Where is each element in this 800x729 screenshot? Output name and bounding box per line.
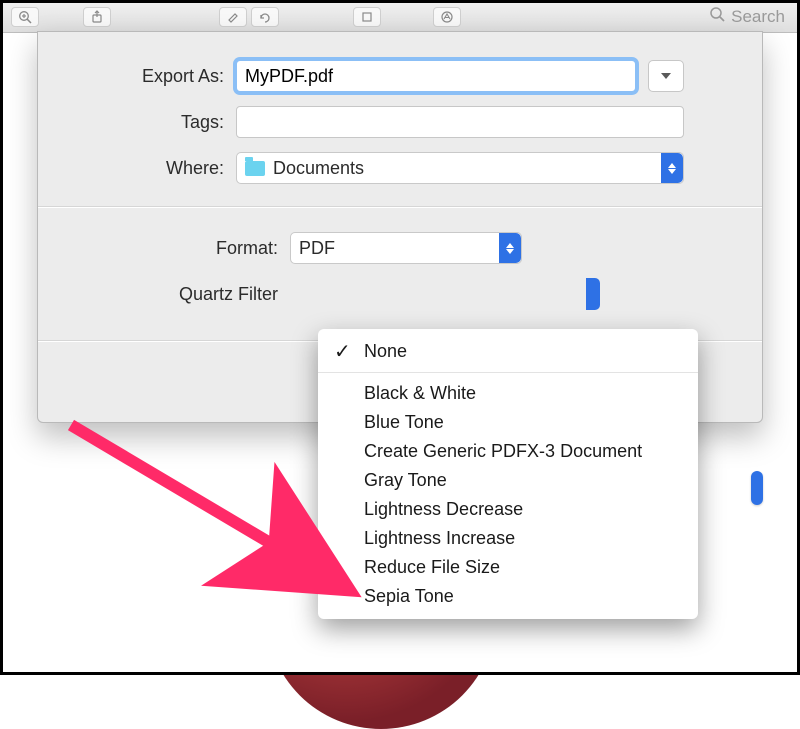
format-label: Format: [68, 238, 278, 259]
filename-history-button[interactable] [648, 60, 684, 92]
folder-icon [245, 161, 265, 176]
menu-item-none[interactable]: ✓ None [318, 337, 698, 366]
popup-arrows-icon [661, 153, 683, 183]
popup-arrows-icon [499, 233, 521, 263]
checkmark-icon: ✓ [334, 339, 351, 364]
menu-item-label: Lightness Decrease [364, 499, 523, 519]
highlight-icon[interactable] [219, 7, 247, 27]
crop-icon[interactable] [353, 7, 381, 27]
menu-item-label: Gray Tone [364, 470, 447, 490]
menu-item-create-generic-pdfx3[interactable]: Create Generic PDFX-3 Document [318, 437, 698, 466]
menu-separator [318, 372, 698, 373]
export-filename-input[interactable] [236, 60, 636, 92]
quartz-popup-edge[interactable] [586, 278, 600, 310]
zoom-in-icon[interactable] [11, 7, 39, 27]
menu-item-black-white[interactable]: Black & White [318, 379, 698, 408]
menu-item-label: Sepia Tone [364, 586, 454, 606]
quartz-filter-menu: ✓ None Black & White Blue Tone Create Ge… [318, 329, 698, 619]
tags-label: Tags: [68, 112, 224, 133]
menu-item-label: Create Generic PDFX-3 Document [364, 441, 642, 461]
format-popup[interactable]: PDF [290, 232, 522, 264]
search-placeholder: Search [731, 7, 785, 27]
menu-item-reduce-file-size[interactable]: Reduce File Size [318, 553, 698, 582]
menu-item-gray-tone[interactable]: Gray Tone [318, 466, 698, 495]
rotate-icon[interactable] [251, 7, 279, 27]
share-icon[interactable] [83, 7, 111, 27]
menu-item-lightness-decrease[interactable]: Lightness Decrease [318, 495, 698, 524]
menu-item-label: Reduce File Size [364, 557, 500, 577]
where-popup[interactable]: Documents [236, 152, 684, 184]
menu-item-label: Black & White [364, 383, 476, 403]
format-value: PDF [299, 238, 335, 259]
menu-item-blue-tone[interactable]: Blue Tone [318, 408, 698, 437]
menu-item-label: Lightness Increase [364, 528, 515, 548]
menu-item-lightness-increase[interactable]: Lightness Increase [318, 524, 698, 553]
tags-input[interactable] [236, 106, 684, 138]
export-as-label: Export As: [68, 66, 224, 87]
menu-item-label: None [364, 341, 407, 361]
window-toolbar: Search [3, 3, 797, 33]
screenshot-frame: Search Export As: Tags: Where: [0, 0, 800, 675]
search-icon [709, 6, 725, 27]
save-button[interactable] [751, 471, 763, 505]
leaf-graphic [44, 443, 213, 535]
where-value: Documents [273, 158, 364, 179]
quartz-filter-label: Quartz Filter [68, 284, 278, 305]
where-label: Where: [68, 158, 224, 179]
toolbar-search[interactable]: Search [709, 6, 785, 27]
menu-item-label: Blue Tone [364, 412, 444, 432]
chevron-down-icon [661, 73, 671, 79]
markup-icon[interactable] [433, 7, 461, 27]
menu-item-sepia-tone[interactable]: Sepia Tone [318, 582, 698, 611]
